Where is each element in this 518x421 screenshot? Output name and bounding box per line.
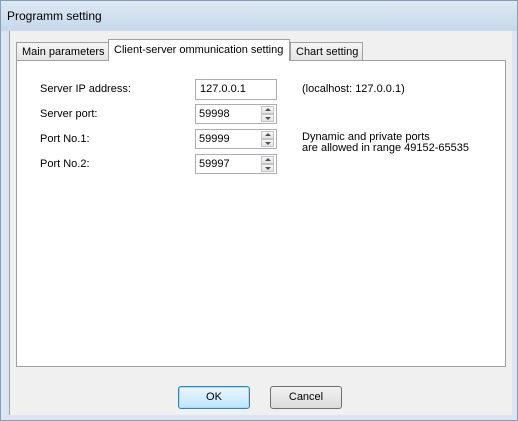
cancel-button[interactable]: Cancel xyxy=(270,386,342,409)
title-bar[interactable]: Programm setting xyxy=(1,1,517,31)
tab-client-server[interactable]: Client-server ommunication setting xyxy=(108,39,290,61)
server-port-value[interactable]: 59998 xyxy=(199,108,230,120)
server-ip-input[interactable]: 127.0.0.1 xyxy=(195,79,277,100)
port1-spin-buttons xyxy=(261,131,274,147)
server-port-spinner[interactable]: 59998 xyxy=(195,104,277,124)
ports-hint-line2: are allowed in range 49152-65535 xyxy=(302,142,469,154)
spin-down-arrow-icon[interactable] xyxy=(261,164,274,172)
dialog-client-area: Main parameters Client-server ommunicati… xyxy=(9,31,512,415)
settings-window: Programm setting Main parameters Client-… xyxy=(0,0,518,421)
port1-value[interactable]: 59999 xyxy=(199,133,230,145)
server-port-label: Server port: xyxy=(40,108,98,120)
spin-up-arrow-icon[interactable] xyxy=(261,106,274,114)
port1-label: Port No.1: xyxy=(40,133,90,145)
spin-down-arrow-icon[interactable] xyxy=(261,114,274,122)
spin-up-arrow-icon[interactable] xyxy=(261,131,274,139)
ok-button[interactable]: OK xyxy=(178,386,250,409)
port2-label: Port No.2: xyxy=(40,158,90,170)
tab-main-parameters[interactable]: Main parameters xyxy=(16,42,109,60)
window-title: Programm setting xyxy=(7,9,102,23)
server-ip-label: Server IP address: xyxy=(40,83,131,95)
port1-spinner[interactable]: 59999 xyxy=(195,129,277,149)
spin-up-arrow-icon[interactable] xyxy=(261,156,274,164)
client-server-panel: Server IP address: 127.0.0.1 (localhost:… xyxy=(16,60,506,367)
tab-chart-setting[interactable]: Chart setting xyxy=(290,42,363,60)
port2-spin-buttons xyxy=(261,156,274,172)
server-ip-hint: (localhost: 127.0.0.1) xyxy=(302,83,405,95)
server-port-spin-buttons xyxy=(261,106,274,122)
port2-value[interactable]: 59997 xyxy=(199,158,230,170)
spin-down-arrow-icon[interactable] xyxy=(261,139,274,147)
port2-spinner[interactable]: 59997 xyxy=(195,154,277,174)
